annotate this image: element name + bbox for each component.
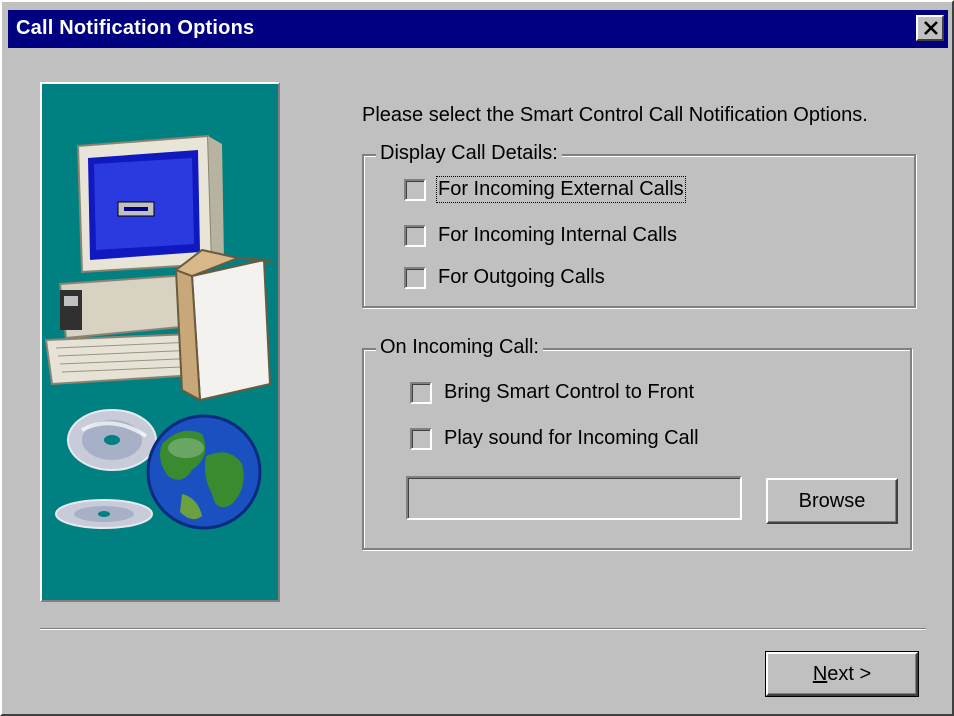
group-title-incoming: On Incoming Call: [376, 336, 543, 359]
outgoing-checkbox[interactable] [404, 266, 426, 289]
close-button[interactable] [916, 15, 944, 41]
title-bar[interactable]: Call Notification Options [8, 10, 948, 48]
sound-file-field[interactable] [406, 476, 742, 520]
play-sound-checkbox[interactable] [410, 427, 432, 450]
option-incoming-external[interactable]: For Incoming External Calls [404, 176, 686, 203]
incoming-external-label[interactable]: For Incoming External Calls [436, 176, 686, 203]
option-play-sound[interactable]: Play sound for Incoming Call [410, 427, 699, 450]
option-incoming-internal[interactable]: For Incoming Internal Calls [404, 224, 677, 247]
browse-button[interactable]: Browse [766, 478, 898, 524]
box-icon [173, 248, 275, 402]
footer-separator [40, 628, 926, 630]
incoming-internal-label[interactable]: For Incoming Internal Calls [438, 224, 677, 247]
incoming-external-checkbox[interactable] [404, 178, 426, 201]
group-title-display: Display Call Details: [376, 142, 562, 165]
option-outgoing[interactable]: For Outgoing Calls [404, 266, 605, 289]
close-icon [924, 21, 938, 35]
globe-icon [146, 414, 262, 530]
illustration-panel [40, 82, 280, 602]
incoming-internal-checkbox[interactable] [404, 224, 426, 247]
option-bring-to-front[interactable]: Bring Smart Control to Front [410, 381, 694, 404]
cd-icon [55, 409, 157, 529]
outgoing-label[interactable]: For Outgoing Calls [438, 266, 605, 289]
window-title: Call Notification Options [16, 17, 255, 39]
bring-to-front-label[interactable]: Bring Smart Control to Front [444, 381, 694, 404]
play-sound-label[interactable]: Play sound for Incoming Call [444, 427, 699, 450]
next-button[interactable]: Next > [765, 651, 919, 697]
instruction-text: Please select the Smart Control Call Not… [362, 104, 868, 126]
bring-to-front-checkbox[interactable] [410, 381, 432, 404]
next-mnemonic: N [812, 662, 828, 685]
illustration-art [44, 134, 275, 530]
